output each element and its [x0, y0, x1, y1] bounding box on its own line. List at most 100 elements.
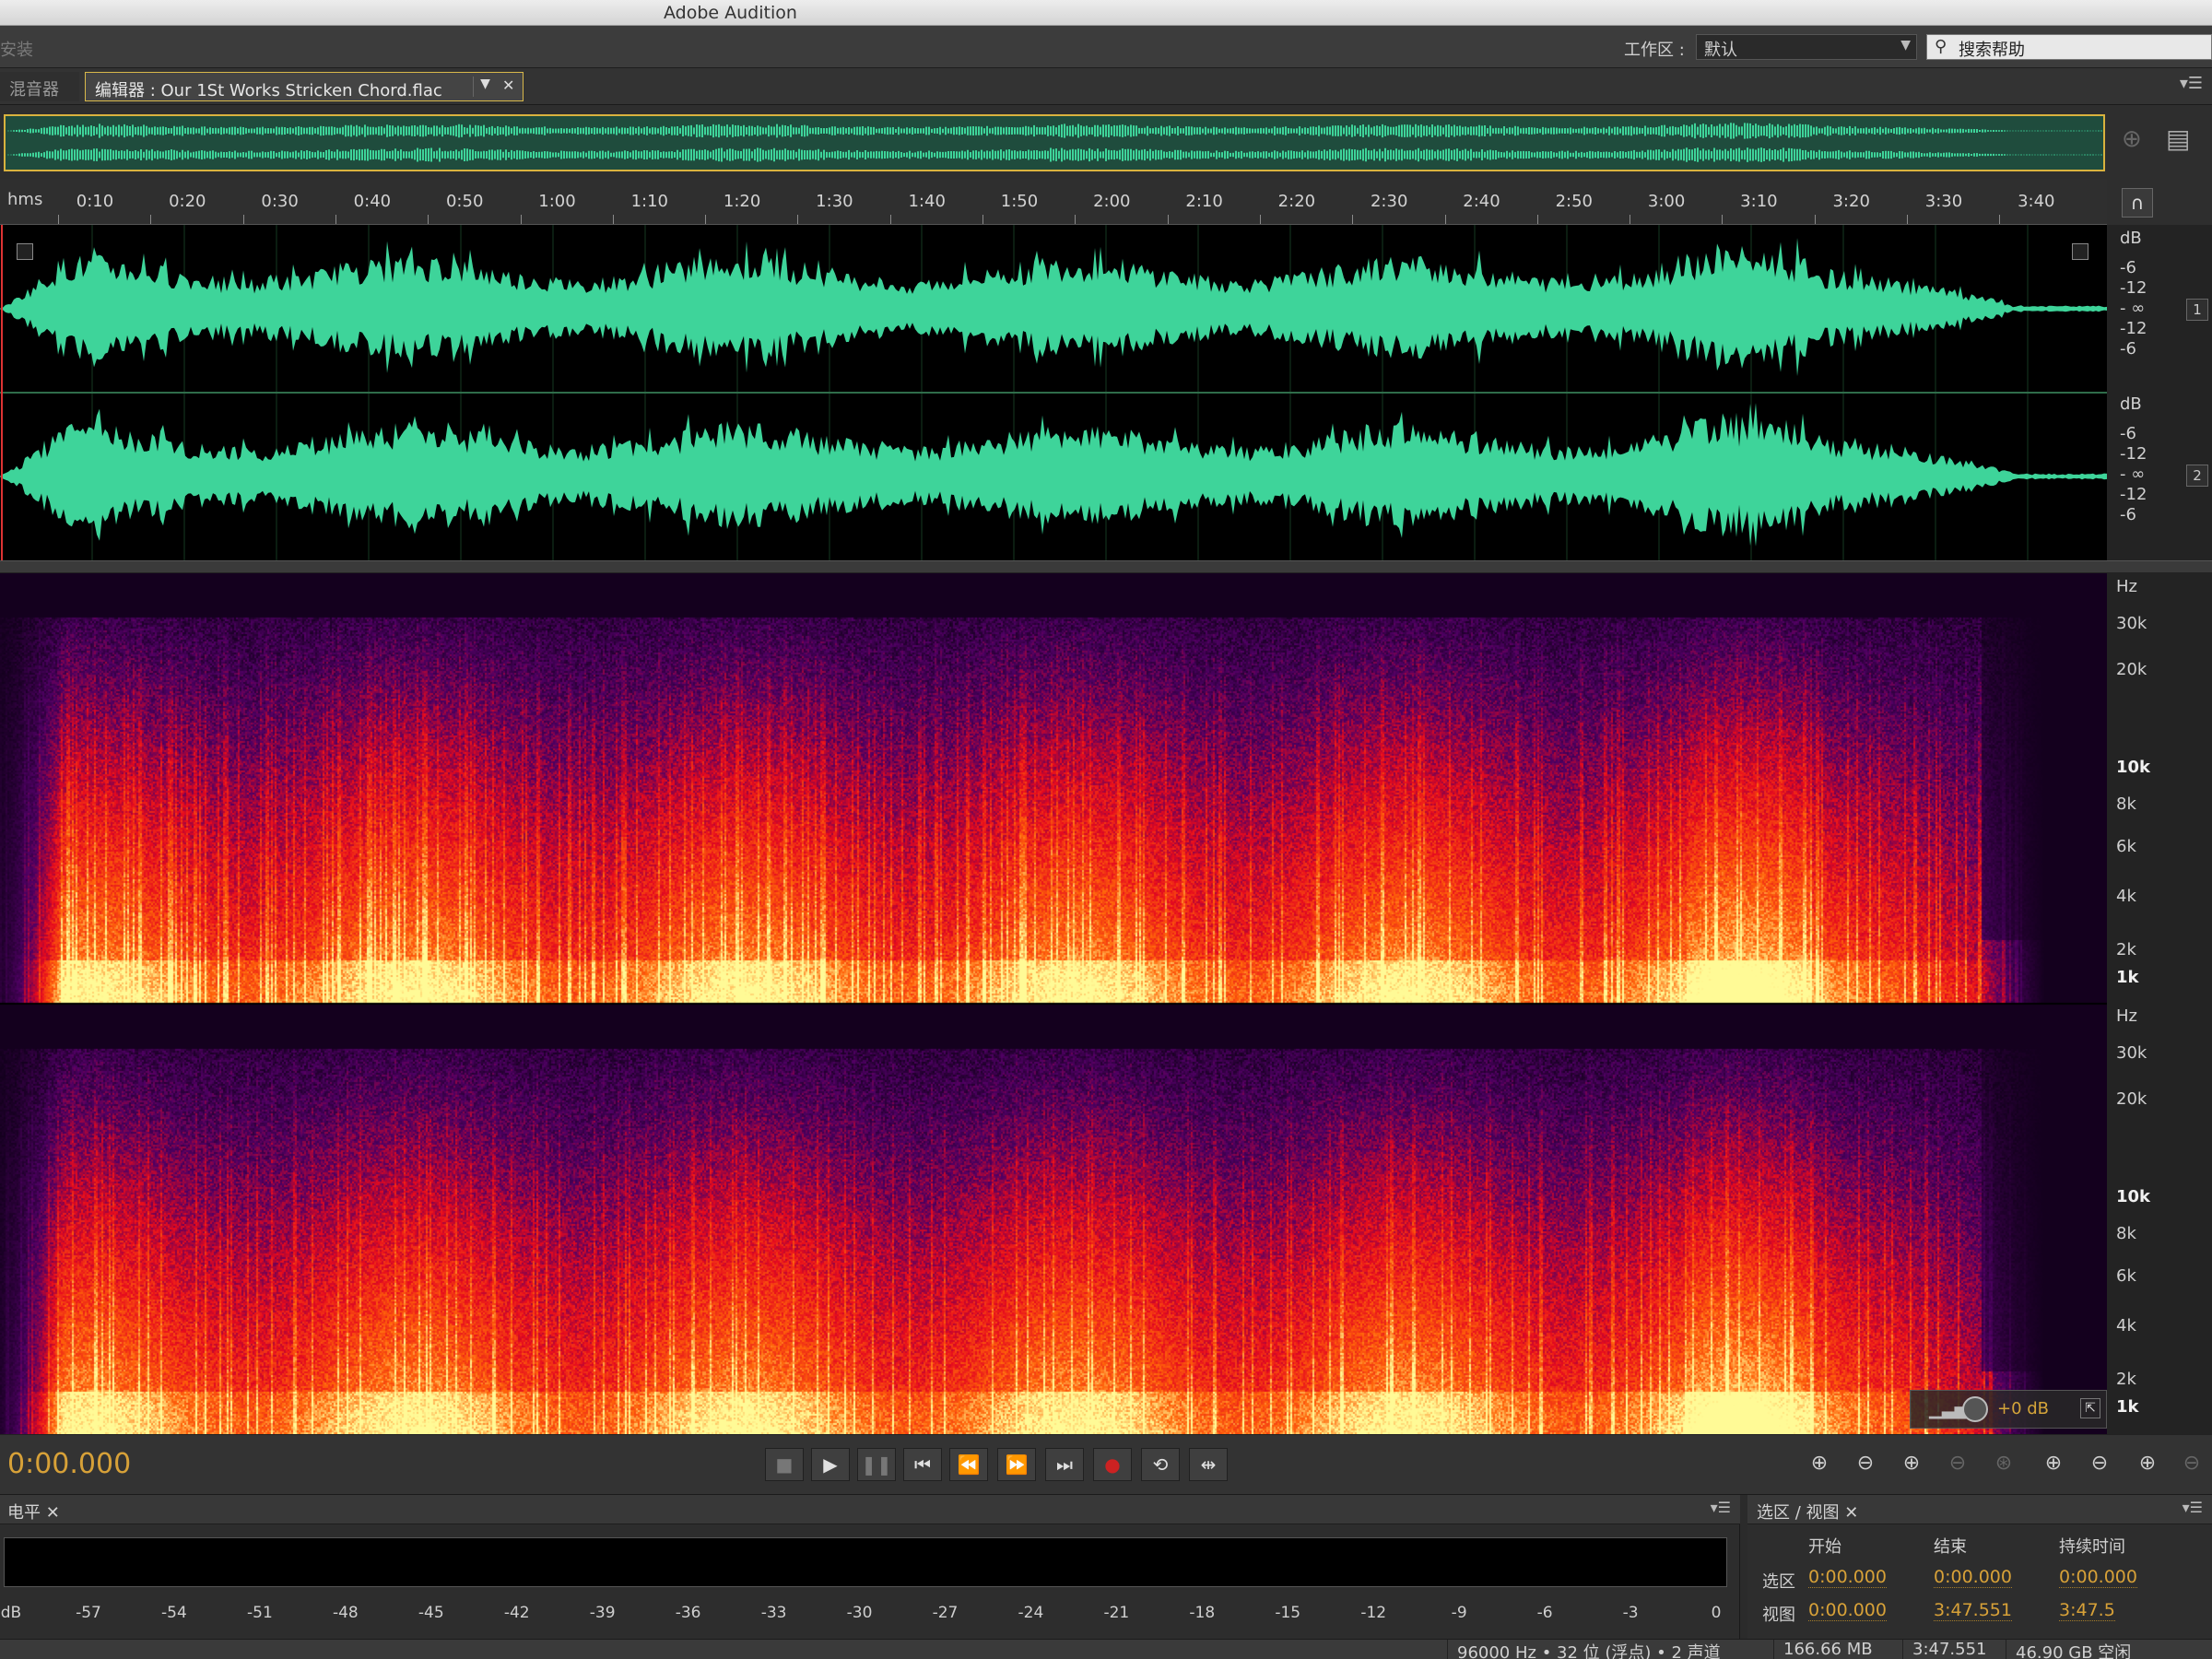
ruler-tick-label: 0:40: [353, 192, 392, 211]
skip-selection-button[interactable]: ⇹: [1189, 1448, 1228, 1481]
hz-label: 20k: [2116, 660, 2147, 679]
tab-mixer[interactable]: 混音器: [0, 72, 79, 101]
ruler-right: ∩: [2107, 179, 2212, 225]
tab-mixer-label: 混音器: [9, 80, 59, 100]
current-time-display[interactable]: 0:00.000: [7, 1448, 131, 1480]
title-bar: Adobe Audition: [0, 0, 2212, 26]
db-label: -6: [2120, 258, 2136, 277]
hz-label: 1k: [2116, 968, 2139, 987]
channel-2-badge[interactable]: 2: [2186, 465, 2208, 487]
selection-start-field[interactable]: 0:00.000: [1808, 1567, 1887, 1588]
gain-knob[interactable]: [1962, 1396, 1988, 1422]
channel-waveform: [0, 238, 2107, 377]
ruler-tick-mark: [1999, 215, 2001, 224]
zoom-out-time-icon[interactable]: ⊖: [1939, 1448, 1976, 1481]
ruler-tick-label: 3:00: [1647, 192, 1686, 211]
view-start-field[interactable]: 0:00.000: [1808, 1600, 1887, 1621]
overview-waveform: [7, 123, 2102, 162]
gain-hud: ▁▃▅ +0 dB ⇱: [1910, 1390, 2107, 1429]
ruler-tick-mark: [150, 215, 152, 224]
hz-label: 30k: [2116, 1043, 2147, 1063]
ruler-tick-mark: [797, 215, 799, 224]
fast-forward-button[interactable]: ⏩: [997, 1448, 1036, 1481]
ruler-tick-label: 1:30: [816, 192, 853, 211]
meter-tick-label: -15: [1275, 1604, 1301, 1622]
pause-button[interactable]: ❚❚: [857, 1448, 896, 1481]
search-icon: ⚲: [1935, 37, 1947, 56]
fade-out-handle-icon[interactable]: [2072, 243, 2088, 260]
view-duration-field[interactable]: 3:47.5: [2059, 1600, 2115, 1621]
stop-button[interactable]: ■: [765, 1448, 804, 1481]
fade-in-handle-icon[interactable]: [17, 243, 33, 260]
zoom-in-point-icon[interactable]: ⊕: [2035, 1448, 2072, 1481]
play-button[interactable]: ▶: [811, 1448, 850, 1481]
ruler-tick-mark: [1536, 215, 1538, 224]
help-search-input[interactable]: ⚲ 搜索帮助: [1926, 34, 2212, 60]
waveform-display[interactable]: [0, 225, 2107, 560]
hz-scale: Hz 30k 20k 10k 8k 6k 4k 2k 1k Hz 30k 20k…: [2107, 573, 2212, 1434]
overview-menu-icon[interactable]: ▤: [2166, 124, 2190, 154]
meter-tick-label: -12: [1360, 1604, 1387, 1622]
next-button[interactable]: ⏭: [1045, 1448, 1084, 1481]
selection-end-field[interactable]: 0:00.000: [1934, 1567, 2012, 1588]
ruler-tick-mark: [1722, 215, 1724, 224]
hz-label: 6k: [2116, 837, 2136, 856]
meter-tick-label: -9: [1451, 1604, 1467, 1622]
panel-menu-icon[interactable]: ▾☰: [2180, 74, 2203, 93]
view-end-field[interactable]: 3:47.551: [1934, 1600, 2012, 1621]
zoom-navigator-icon[interactable]: ⊕: [2122, 125, 2142, 153]
db-scale: dB -6 -12 - ∞ -12 -6 1 dB -6 -12 - ∞ -12…: [2107, 225, 2212, 560]
channel-1-badge[interactable]: 1: [2186, 299, 2208, 321]
hz-label: 6k: [2116, 1266, 2136, 1286]
record-button[interactable]: ●: [1093, 1448, 1132, 1481]
ruler-tick-label: 2:30: [1370, 192, 1408, 211]
ruler-tick-label: 3:20: [1832, 192, 1870, 211]
snap-icon[interactable]: ∩: [2122, 188, 2153, 218]
status-file-size: 166.66 MB: [1773, 1640, 1873, 1659]
workspace-left-stub[interactable]: 安装: [0, 37, 33, 61]
db-unit-2: dB: [2120, 394, 2142, 414]
ruler-tick-mark: [1444, 215, 1446, 224]
workspace-bar: 安装 工作区 : 默认 ▼ ⚲ 搜索帮助: [0, 26, 2212, 68]
zoom-out-amplitude-icon[interactable]: ⊖: [1847, 1448, 1884, 1481]
close-icon[interactable]: ✕: [502, 76, 514, 94]
panel-menu-icon[interactable]: ▾☰: [2183, 1499, 2203, 1516]
panel-menu-icon[interactable]: ▾☰: [1711, 1499, 1731, 1516]
overview-track[interactable]: [4, 114, 2105, 171]
selection-title[interactable]: 选区 / 视图 ✕: [1757, 1500, 1858, 1524]
ruler-tick-mark: [520, 215, 522, 224]
ruler-tick-mark: [1907, 215, 1908, 224]
ruler-tick-mark: [982, 215, 983, 224]
pin-hud-icon[interactable]: ⇱: [2080, 1398, 2100, 1418]
hz-label: 20k: [2116, 1089, 2147, 1109]
previous-button[interactable]: ⏮: [903, 1448, 942, 1481]
zoom-in-time-icon[interactable]: ⊕: [1893, 1448, 1930, 1481]
selection-duration-field[interactable]: 0:00.000: [2059, 1567, 2137, 1588]
app-title: Adobe Audition: [664, 3, 797, 23]
zoom-reset-icon[interactable]: ⊖: [2173, 1448, 2210, 1481]
selection-title-text: 选区 / 视图: [1757, 1503, 1840, 1523]
levels-title[interactable]: 电平 ✕: [7, 1500, 60, 1524]
db-label: -12: [2120, 444, 2147, 464]
zoom-in-amplitude-icon[interactable]: ⊕: [1801, 1448, 1838, 1481]
tab-editor[interactable]: 编辑器 : Our 1St Works Stricken Chord.flac …: [85, 72, 524, 101]
rewind-button[interactable]: ⏪: [949, 1448, 988, 1481]
overview-channel: [7, 147, 2102, 162]
file-dropdown-icon[interactable]: ▼: [473, 76, 497, 97]
meter-tick-label: -33: [760, 1604, 787, 1622]
hz-label: 2k: [2116, 940, 2136, 959]
workspace-select[interactable]: 默认 ▼: [1696, 34, 1917, 60]
spectral-display[interactable]: [0, 573, 2107, 1434]
loop-button[interactable]: ⟲: [1141, 1448, 1180, 1481]
zoom-selection-icon[interactable]: ⊛: [1985, 1448, 2022, 1481]
hz-label: 2k: [2116, 1370, 2136, 1389]
zoom-out-point-icon[interactable]: ⊖: [2081, 1448, 2118, 1481]
zoom-out-full-icon[interactable]: ⊕: [2129, 1448, 2166, 1481]
db-label: -12: [2120, 278, 2147, 298]
hz-label: 10k: [2116, 758, 2151, 777]
view-divider-handle[interactable]: [0, 560, 2212, 573]
time-ruler[interactable]: hms 0:10 0:20 0:30 0:40 0:50 1:00 1:10 1:20 1:30…: [0, 179, 2107, 225]
meter-tick-label: -42: [503, 1604, 530, 1622]
db-label: -6: [2120, 505, 2136, 524]
gain-value: +0 dB: [1997, 1399, 2050, 1418]
